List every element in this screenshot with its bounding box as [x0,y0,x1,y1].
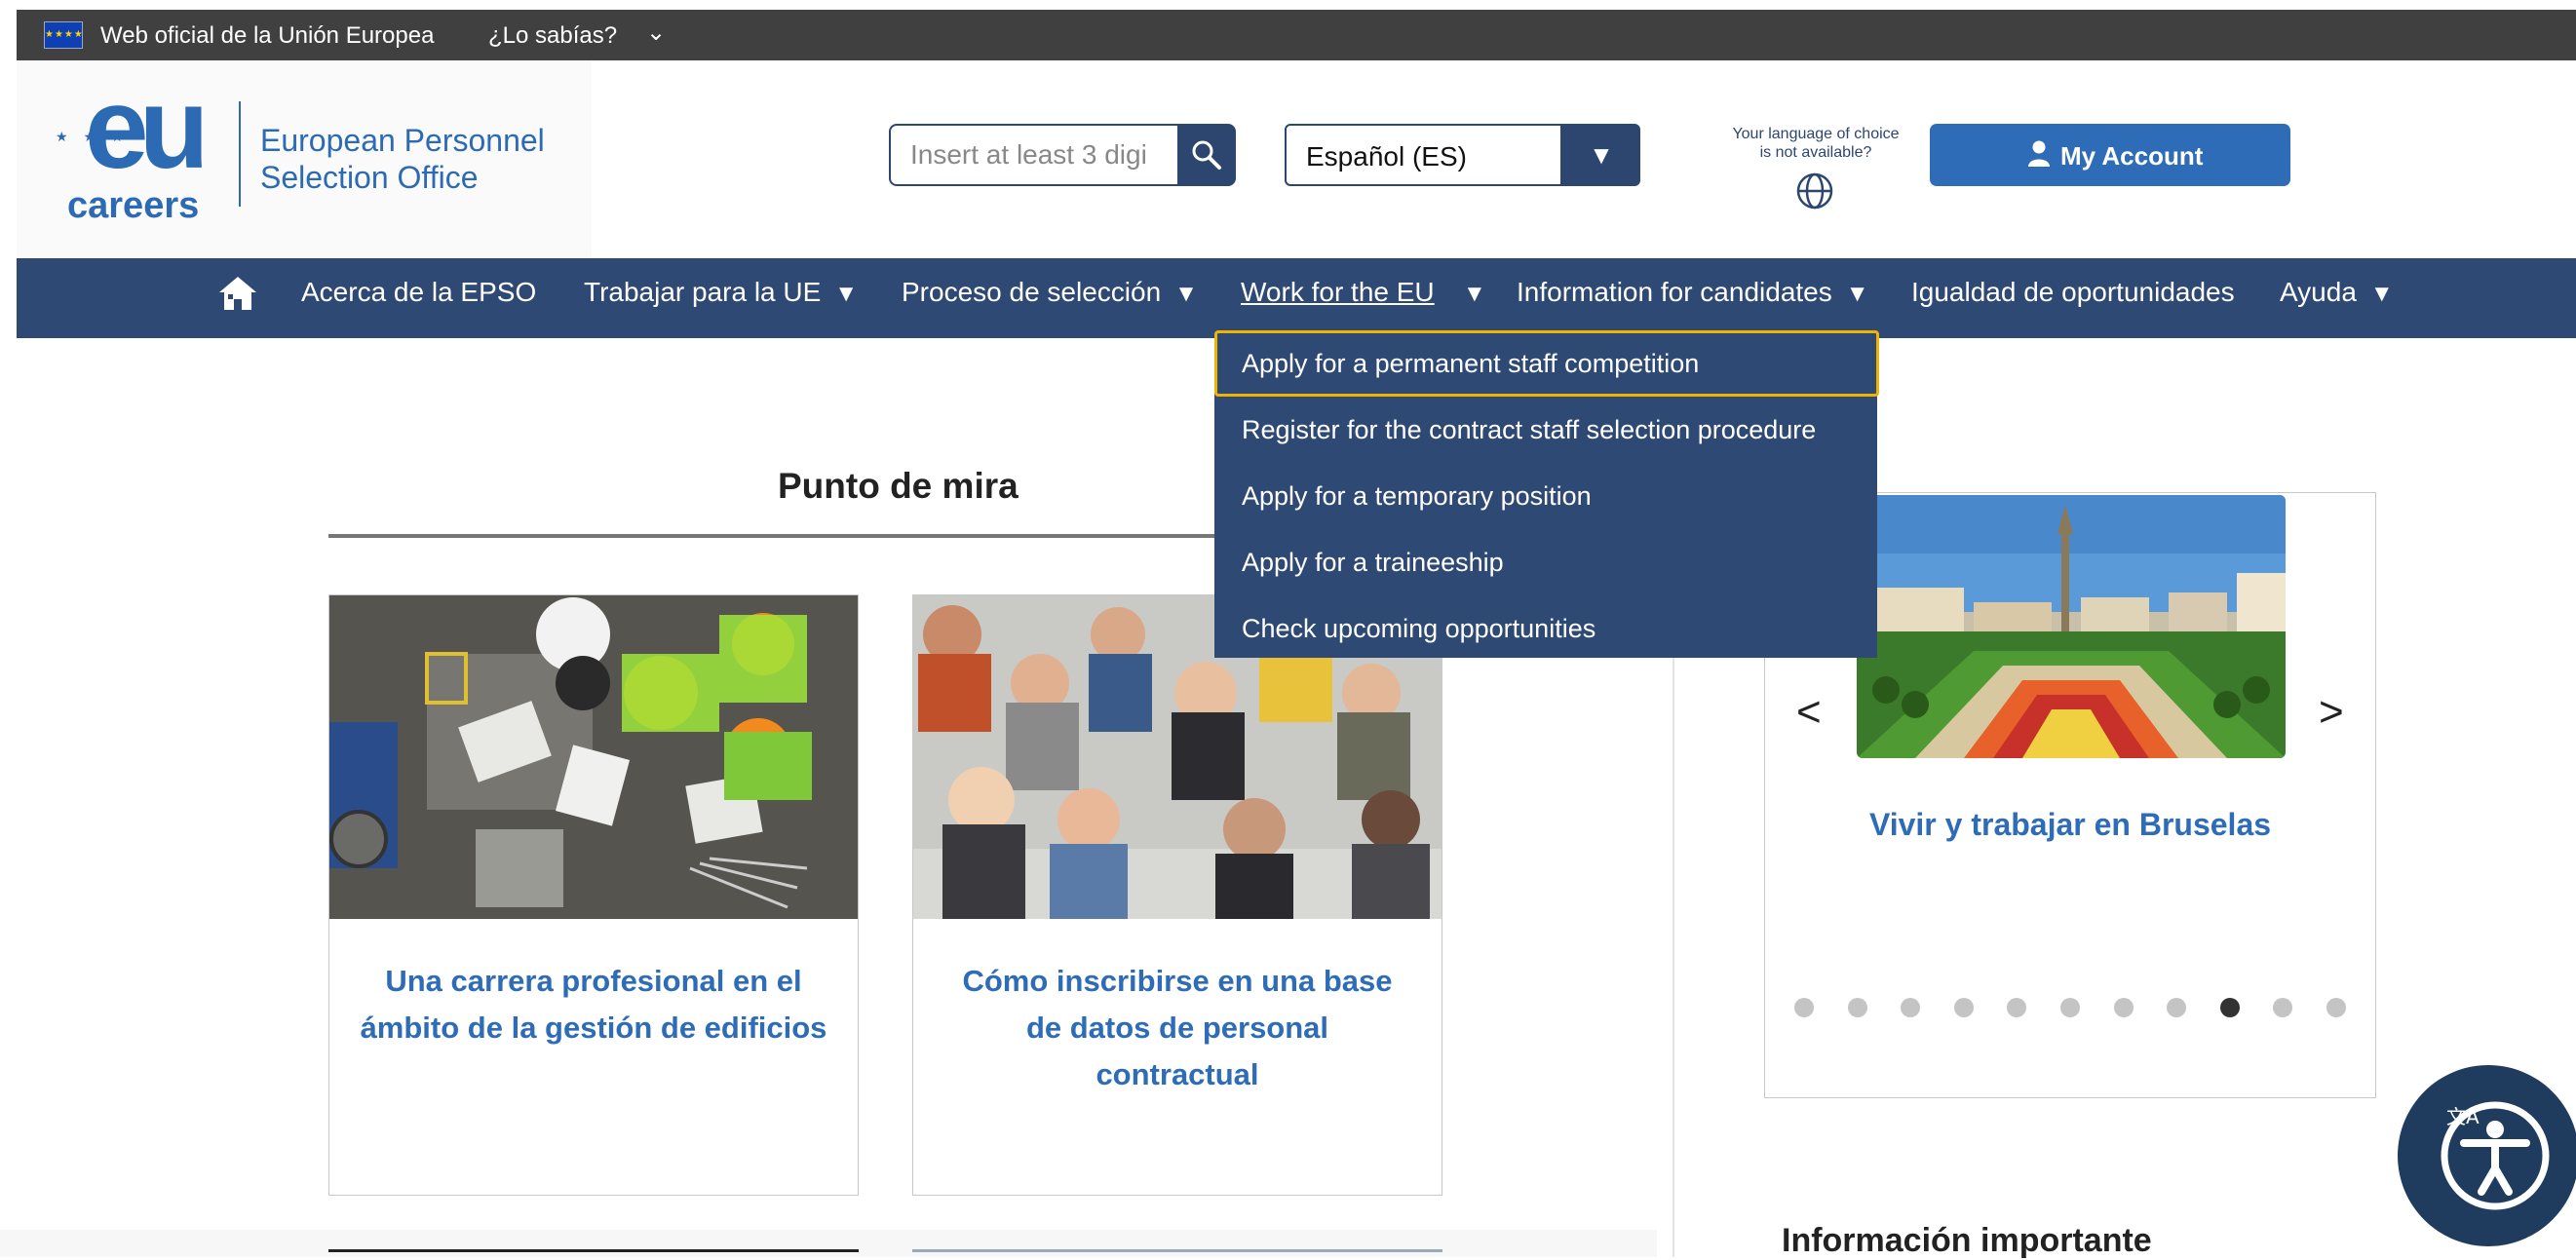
dropdown-triangle-icon: ▼ [1845,281,1869,307]
logo-careers-text: careers [67,185,200,226]
nav-label: Proceso de selección [902,277,1162,307]
eu-flag-icon: ★★★★ [44,21,83,49]
nav-item-help[interactable]: Ayuda ▼ [2280,258,2394,338]
carousel-dot[interactable] [2114,998,2134,1017]
accessibility-icon: 文A [2441,1101,2550,1210]
nav-label: Trabajar para la UE [584,277,822,307]
svg-text:文A: 文A [2446,1105,2480,1128]
main-navigation: Acerca de la EPSO Trabajar para la UE ▼ P… [17,258,2576,338]
carousel-dot[interactable] [2060,998,2080,1017]
carousel-image-brussels[interactable] [1857,495,2286,758]
my-account-label: My Account [2060,141,2204,171]
home-icon[interactable] [216,274,259,313]
work-for-eu-dropdown: Apply for a permanent staff competition … [1214,330,1879,658]
dropdown-item-contract-staff[interactable]: Register for the contract staff selectio… [1214,397,1877,463]
accessibility-button[interactable]: 文A [2398,1065,2576,1246]
nav-label: Information for candidates [1517,277,1832,307]
nav-item-equal-opportunities[interactable]: Igualdad de oportunidades [1911,258,2235,338]
spotlight-divider [328,534,1225,538]
user-icon [2028,140,2050,167]
carousel-dot[interactable] [1954,998,1974,1017]
card-title[interactable]: Una carrera profesional en el ámbito de … [359,958,828,1051]
logo-org-line2: Selection Office [260,160,479,195]
dropdown-item-traineeship[interactable]: Apply for a traineeship [1214,529,1877,595]
search-input[interactable] [889,124,1177,186]
dropdown-item-permanent-staff[interactable]: Apply for a permanent staff competition [1214,330,1879,397]
spotlight-card-building-management[interactable]: Una carrera profesional en el ámbito de … [328,594,859,1196]
did-you-know-link[interactable]: ¿Lo sabías? [488,22,617,50]
logo-eu-text: eu [85,64,210,193]
language-selected-value: Español (ES) [1306,141,1467,172]
search-button[interactable] [1177,124,1236,186]
dropdown-item-temporary-position[interactable]: Apply for a temporary position [1214,463,1877,529]
dropdown-item-upcoming-opportunities[interactable]: Check upcoming opportunities [1214,595,1877,662]
carousel-dot[interactable] [2273,998,2292,1017]
carousel-caption[interactable]: Vivir y trabajar en Bruselas [1765,807,2375,843]
card-title[interactable]: Cómo inscribirse en una base de datos de… [942,958,1412,1098]
important-info-title: Información importante [1782,1222,2152,1259]
nav-item-information-for-candidates[interactable]: Information for candidates ▼ [1517,258,1869,338]
eu-official-bar: ★★★★ Web oficial de la Unión Europea ¿Lo… [17,10,2576,60]
column-divider [1672,633,1674,1257]
spotlight-card-contract-staff-database[interactable]: Cómo inscribirse en una base de datos de… [912,594,1442,1196]
spotlight-card-partial[interactable] [912,1249,1442,1257]
language-dropdown-arrow[interactable]: ▼ [1562,124,1640,186]
language-note-line1: Your language of choice [1732,126,1900,142]
chevron-down-icon[interactable]: ⌄ [646,19,666,47]
epso-logo[interactable]: ★ ★ ★ eu careers European Personnel Sele… [17,60,592,257]
language-select[interactable]: Español (ES) [1285,124,1562,186]
dropdown-triangle-icon[interactable]: ▼ [1463,258,1486,338]
search-icon [1192,140,1221,170]
my-account-button[interactable]: My Account [1930,124,2290,186]
nav-label: Acerca de la EPSO [301,277,537,307]
globe-icon[interactable] [1795,172,1834,210]
carousel-dot[interactable] [1901,998,1920,1017]
carousel-dot[interactable] [2167,998,2186,1017]
carousel-dot[interactable] [2220,998,2240,1017]
spotlight-title: Punto de mira [778,466,1019,506]
nav-label: Ayuda [2280,277,2357,307]
nav-item-work-for-eu-es[interactable]: Trabajar para la UE ▼ [584,258,858,338]
carousel-dots [1794,998,2346,1019]
dropdown-triangle-icon: ▼ [834,281,859,307]
carousel-dot[interactable] [1794,998,1814,1017]
carousel-prev-button[interactable]: < [1796,688,1822,737]
nav-label: Work for the EU [1241,277,1435,307]
card-image-construction-workers [329,595,858,919]
spotlight-card-partial[interactable] [328,1249,859,1257]
nav-item-selection-process[interactable]: Proceso de selección ▼ [902,258,1198,338]
carousel-dot[interactable] [2007,998,2026,1017]
carousel-next-button[interactable]: > [2319,688,2344,737]
nav-item-about-epso[interactable]: Acerca de la EPSO [301,258,536,338]
nav-item-work-for-the-eu[interactable]: Work for the EU [1241,258,1435,338]
language-not-available-link[interactable]: Your language of choice is not available… [1713,125,1918,162]
language-note-line2: is not available? [1759,144,1872,161]
carousel-dot[interactable] [1848,998,1867,1017]
logo-divider [239,101,241,207]
eu-official-text: Web oficial de la Unión Europea [100,22,435,49]
logo-org-line1: European Personnel [260,123,545,158]
dropdown-triangle-icon: ▼ [2369,281,2394,307]
dropdown-triangle-icon: ▼ [1174,281,1198,307]
carousel-dot[interactable] [2326,998,2346,1017]
nav-label: Igualdad de oportunidades [1911,277,2235,307]
